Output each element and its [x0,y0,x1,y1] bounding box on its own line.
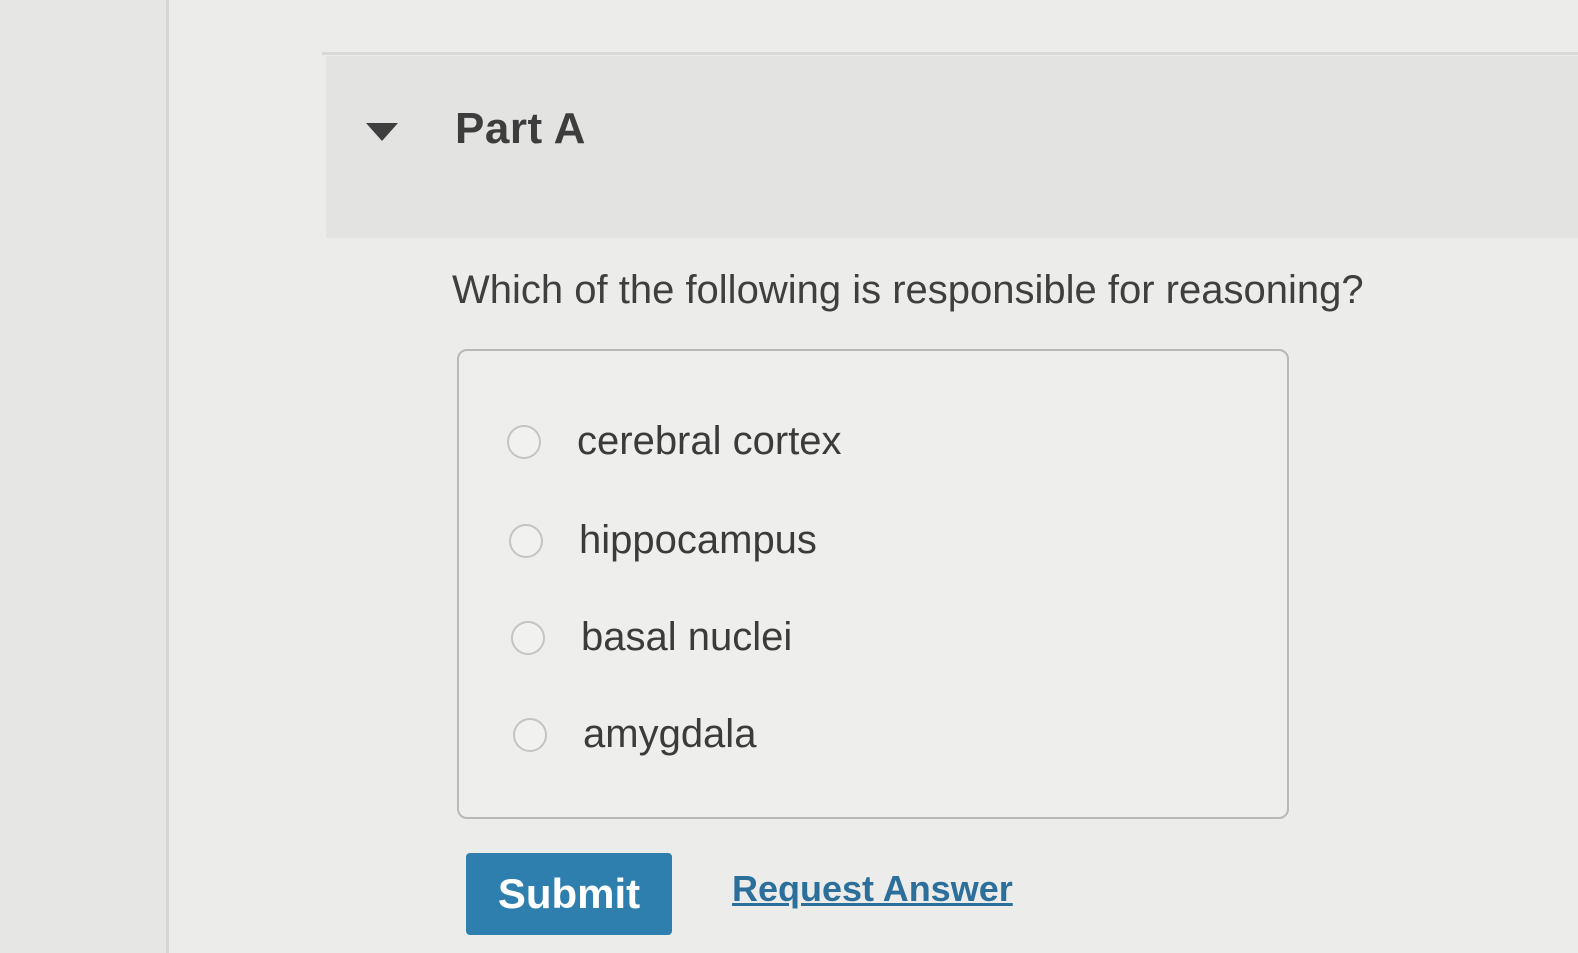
radio-button[interactable] [511,620,545,655]
submit-button[interactable]: Submit [466,853,672,935]
radio-button[interactable] [507,424,541,459]
option-label: cerebral cortex [577,419,842,463]
radio-button[interactable] [509,523,543,558]
left-gutter [0,0,168,953]
question-text: Which of the following is responsible fo… [452,268,1364,312]
radio-button[interactable] [513,717,547,752]
option-cerebral-cortex[interactable]: cerebral cortex [507,419,842,464]
option-hippocampus[interactable]: hippocampus [509,518,817,563]
part-title: Part A [455,104,586,153]
option-label: basal nuclei [581,615,793,659]
top-divider [322,52,1578,55]
caret-down-icon[interactable] [364,121,400,143]
option-amygdala[interactable]: amygdala [513,712,756,757]
option-label: hippocampus [579,518,817,562]
request-answer-link[interactable]: Request Answer [732,868,1013,910]
option-label: amygdala [583,712,757,756]
option-basal-nuclei[interactable]: basal nuclei [511,615,792,660]
